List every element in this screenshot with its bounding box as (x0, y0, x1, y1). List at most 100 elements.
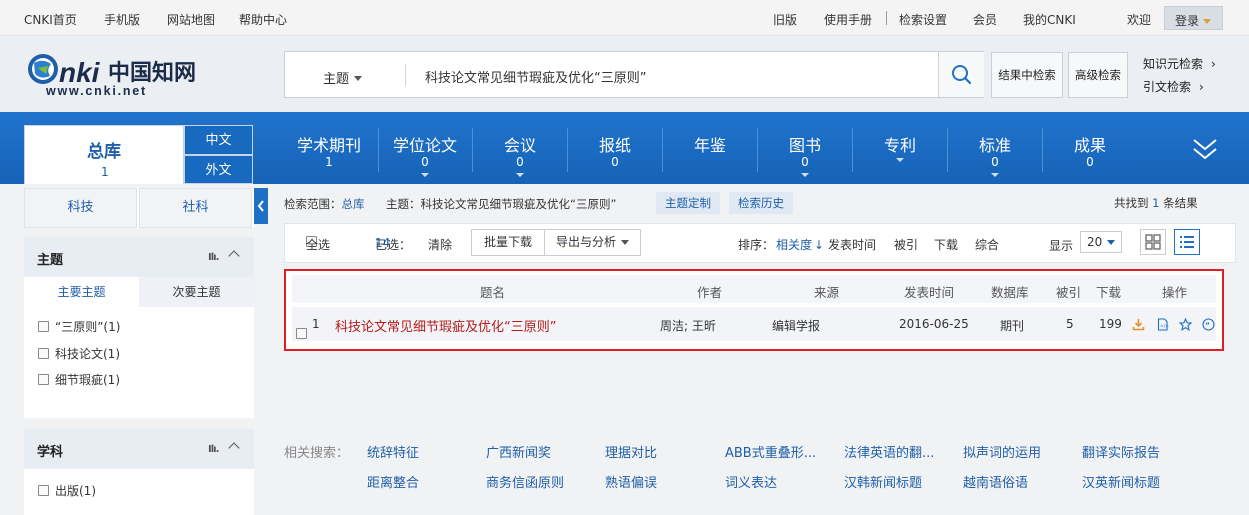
tab-label: 标准 (978, 136, 1011, 155)
filter-label: 出版(1) (55, 484, 96, 498)
subtab-main-topic[interactable]: 主要主题 (24, 277, 139, 307)
advanced-search-button[interactable]: 高级检索 (1068, 52, 1128, 98)
tab-achievements[interactable]: 成果 0 (1045, 132, 1135, 169)
tab-patents[interactable]: 专利 (855, 132, 945, 162)
export-analysis-button[interactable]: 导出与分析 (544, 229, 641, 256)
tab-journals[interactable]: 学术期刊 1 (284, 132, 374, 169)
row-downloads[interactable]: 199 (1099, 317, 1122, 331)
page-size-select[interactable]: 20 (1080, 231, 1122, 253)
clear-button[interactable]: 清除 (428, 236, 452, 253)
related-search-link[interactable]: 法律英语的翻... (844, 442, 934, 461)
batch-download-button[interactable]: 批量下载 (471, 229, 545, 256)
row-title-link[interactable]: 科技论文常见细节瑕疵及优化“三原则” (335, 316, 556, 335)
link-old-version[interactable]: 旧版 (773, 11, 797, 28)
search-icon (952, 65, 972, 85)
link-sitemap[interactable]: 网站地图 (167, 11, 215, 28)
col-author: 作者 (697, 285, 723, 300)
tab-science[interactable]: 科技 (24, 188, 137, 228)
checkbox[interactable] (38, 374, 49, 385)
related-search-link[interactable]: 熟语偏误 (605, 472, 657, 491)
html-read-icon[interactable]: </> (1156, 318, 1169, 331)
related-search-link[interactable]: 理据对比 (605, 442, 657, 461)
results-toolbar: 全选 已选： 14 清除 批量下载 导出与分析 排序： 相关度 ↓ 发表时间 被引 … (284, 223, 1236, 263)
sort-date[interactable]: 发表时间 (828, 236, 876, 253)
filter-item[interactable]: 细节瑕疵(1) (38, 371, 120, 388)
sort-composite[interactable]: 综合 (975, 236, 999, 253)
knowledge-search-link[interactable]: 知识元检索 › (1143, 55, 1216, 72)
grid-view-button[interactable] (1140, 229, 1166, 255)
link-my-cnki[interactable]: 我的CNKI (1023, 11, 1076, 28)
row-cited[interactable]: 5 (1066, 317, 1074, 331)
related-search-link[interactable]: 广西新闻奖 (486, 442, 551, 461)
chevron-right-icon: › (1199, 80, 1204, 94)
cite-quote-icon[interactable]: ” (1202, 318, 1215, 331)
divider (567, 128, 568, 172)
favorite-star-icon[interactable] (1179, 318, 1192, 331)
citation-search-link[interactable]: 引文检索 › (1143, 78, 1204, 95)
checkbox[interactable] (296, 328, 307, 339)
related-search-link[interactable]: 汉英新闻标题 (1082, 472, 1160, 491)
row-source[interactable]: 编辑学报 (772, 317, 820, 334)
col-date: 发表时间 (904, 285, 955, 300)
related-search-link[interactable]: 汉韩新闻标题 (844, 472, 922, 491)
link-mobile[interactable]: 手机版 (104, 11, 140, 28)
link-search-settings[interactable]: 检索设置 (899, 11, 947, 28)
bar-chart-icon[interactable]: Ilı. (208, 252, 219, 263)
search-input[interactable]: 科技论文常见细节瑕疵及优化“三原则” (425, 67, 646, 86)
chevron-up-icon[interactable] (228, 250, 240, 262)
related-search-link[interactable]: 拟声词的运用 (963, 442, 1041, 461)
sort-download[interactable]: 下载 (934, 236, 958, 253)
search-button[interactable] (938, 52, 984, 97)
login-button[interactable]: 登录 (1164, 6, 1223, 30)
link-member[interactable]: 会员 (973, 11, 997, 28)
checkbox[interactable] (38, 321, 49, 332)
related-search-link[interactable]: 越南语俗语 (963, 472, 1028, 491)
tab-dissertations[interactable]: 学位论文 0 (380, 132, 470, 177)
checkbox[interactable] (38, 348, 49, 359)
search-in-results-button[interactable]: 结果中检索 (991, 52, 1063, 98)
tab-count: 0 (516, 155, 524, 169)
search-history-button[interactable]: 检索历史 (729, 192, 793, 214)
tab-conferences[interactable]: 会议 0 (475, 132, 565, 177)
tab-standards[interactable]: 标准 0 (950, 132, 1040, 177)
cnki-logo[interactable]: nki 中国知网 www.cnki.net (26, 50, 211, 98)
related-search-link[interactable]: 商务信函原则 (486, 472, 564, 491)
download-icon[interactable] (1132, 318, 1145, 331)
chevron-up-icon[interactable] (228, 442, 240, 454)
search-field-select[interactable]: 主题 (323, 68, 363, 87)
chevron-down-icon (991, 173, 999, 177)
filter-item[interactable]: 出版(1) (38, 482, 96, 499)
panel-title: 学科 (37, 445, 64, 460)
subtab-secondary-topic[interactable]: 次要主题 (139, 277, 254, 307)
tab-books[interactable]: 图书 0 (760, 132, 850, 177)
tab-social-science[interactable]: 社科 (139, 188, 252, 228)
related-search-link[interactable]: 统辞特征 (367, 442, 419, 461)
related-search-link[interactable]: 词义表达 (725, 472, 777, 491)
lang-foreign-button[interactable]: 外文 (184, 155, 253, 184)
related-search-link[interactable]: ABB式重叠形... (725, 442, 816, 461)
filter-item[interactable]: 科技论文(1) (38, 345, 120, 362)
tab-newspapers[interactable]: 报纸 0 (570, 132, 660, 169)
collapse-sidebar-button[interactable] (254, 188, 268, 224)
col-downloads: 下载 (1096, 285, 1122, 300)
topic-custom-button[interactable]: 主题定制 (656, 192, 720, 214)
tab-yearbooks[interactable]: 年鉴 (665, 132, 755, 155)
table-row: 1 科技论文常见细节瑕疵及优化“三原则” 周洁; 王昕 编辑学报 2016-06… (292, 307, 1216, 341)
list-view-button[interactable] (1174, 229, 1200, 255)
row-author[interactable]: 周洁; 王昕 (660, 317, 716, 334)
expand-nav-button[interactable] (1190, 136, 1220, 162)
display-label: 显示 (1049, 239, 1074, 253)
tab-total-database[interactable]: 总库 1 (24, 125, 184, 184)
sort-relevance[interactable]: 相关度 ↓ (776, 236, 824, 253)
related-search-link[interactable]: 距离整合 (367, 472, 419, 491)
link-help[interactable]: 帮助中心 (239, 11, 287, 28)
checkbox[interactable] (38, 485, 49, 496)
link-cnki-home[interactable]: CNKI首页 (24, 11, 77, 28)
divider (405, 64, 406, 86)
link-manual[interactable]: 使用手册 (824, 11, 872, 28)
sort-cited[interactable]: 被引 (894, 236, 918, 253)
bar-chart-icon[interactable]: Ilı. (208, 444, 219, 455)
filter-item[interactable]: “三原则”(1) (38, 318, 120, 335)
lang-chinese-button[interactable]: 中文 (184, 125, 253, 155)
related-search-link[interactable]: 翻译实际报告 (1082, 442, 1160, 461)
